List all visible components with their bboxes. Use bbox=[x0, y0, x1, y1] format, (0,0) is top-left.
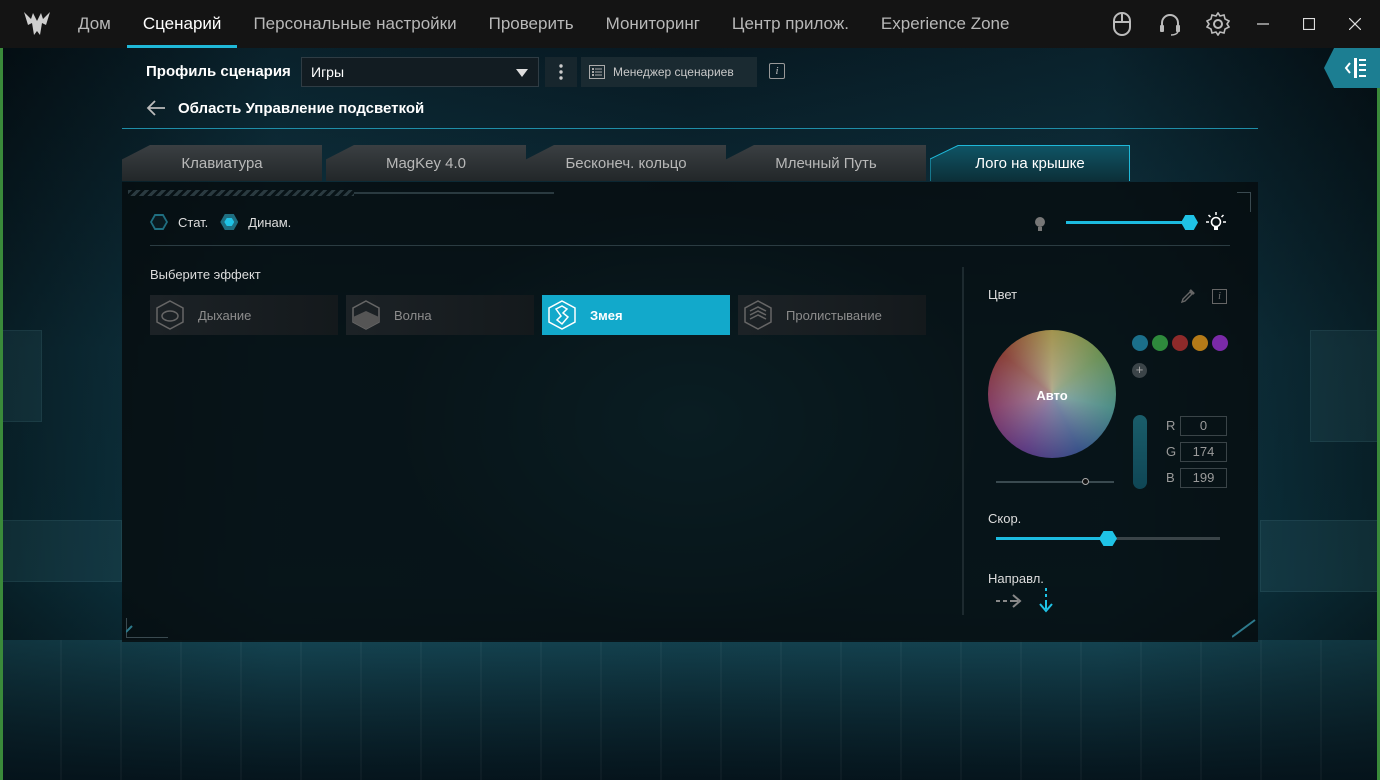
active-tab-outline bbox=[930, 145, 1130, 181]
effect-label: Змея bbox=[590, 307, 623, 323]
nav-item-monitoring[interactable]: Мониторинг bbox=[590, 0, 716, 48]
back-arrow-icon[interactable] bbox=[146, 100, 166, 116]
brightness-slider-track[interactable] bbox=[1066, 221, 1190, 224]
scroll-effect-icon bbox=[744, 300, 772, 330]
color-label: Цвет bbox=[988, 287, 1018, 302]
scenario-manager-button[interactable]: Менеджер сценариев bbox=[581, 57, 757, 87]
divider bbox=[122, 128, 1258, 129]
top-navigation-bar: Дом Сценарий Персональные настройки Пров… bbox=[0, 0, 1380, 48]
side-panel-toggle-button[interactable] bbox=[1324, 48, 1380, 88]
nav-item-experience-zone[interactable]: Experience Zone bbox=[865, 0, 1026, 48]
minimize-icon[interactable] bbox=[1240, 0, 1286, 48]
color-wheel-slider-track[interactable] bbox=[996, 481, 1114, 483]
dynamic-mode-radio[interactable] bbox=[220, 214, 239, 230]
nav-item-personal-settings[interactable]: Персональные настройки bbox=[237, 0, 472, 48]
bulb-off-icon bbox=[1035, 217, 1045, 231]
close-icon[interactable] bbox=[1332, 0, 1378, 48]
arrow-right-icon[interactable] bbox=[996, 593, 1022, 609]
effect-label: Дыхание bbox=[198, 307, 252, 323]
window-edge bbox=[0, 48, 3, 780]
gear-icon[interactable] bbox=[1194, 0, 1242, 48]
mode-selector: Стат. Динам. bbox=[150, 213, 303, 231]
top-icons bbox=[1098, 0, 1242, 48]
background-block bbox=[1260, 520, 1380, 592]
info-icon[interactable]: i bbox=[769, 63, 785, 79]
chevron-down-icon bbox=[516, 69, 528, 77]
color-swatch[interactable] bbox=[1212, 335, 1228, 351]
tab-keyboard[interactable]: Клавиатура bbox=[122, 145, 322, 181]
tab-infinity-ring[interactable]: Бесконеч. кольцо bbox=[526, 145, 726, 181]
breathing-effect-icon bbox=[156, 300, 184, 330]
effect-wave-button[interactable]: Волна bbox=[346, 295, 534, 335]
dynamic-mode-label[interactable]: Динам. bbox=[248, 215, 291, 230]
static-mode-radio[interactable] bbox=[150, 214, 168, 230]
blue-label: B bbox=[1166, 470, 1175, 485]
tab-magkey[interactable]: MagKey 4.0 bbox=[326, 145, 526, 181]
color-wheel-auto-label: Авто bbox=[1036, 388, 1068, 403]
page-title: Область Управление подсветкой bbox=[178, 99, 425, 117]
color-preview-bar bbox=[1133, 415, 1147, 489]
background-block bbox=[0, 520, 122, 582]
background-block bbox=[0, 330, 42, 422]
add-color-button[interactable]: + bbox=[1132, 363, 1147, 378]
color-swatch[interactable] bbox=[1132, 335, 1148, 351]
speed-label: Скор. bbox=[988, 511, 1022, 526]
panel-decoration bbox=[354, 192, 554, 194]
main-nav: Дом Сценарий Персональные настройки Пров… bbox=[62, 0, 1025, 48]
vertical-divider bbox=[962, 267, 964, 615]
effect-scroll-button[interactable]: Пролистывание bbox=[738, 295, 926, 335]
profile-more-button[interactable] bbox=[545, 57, 577, 87]
background-block bbox=[1310, 330, 1380, 442]
profile-selected-value: Игры bbox=[311, 64, 345, 80]
select-effect-label: Выберите эффект bbox=[150, 267, 261, 282]
color-swatch[interactable] bbox=[1172, 335, 1188, 351]
color-swatch[interactable] bbox=[1192, 335, 1208, 351]
maximize-icon[interactable] bbox=[1286, 0, 1332, 48]
color-swatch[interactable] bbox=[1152, 335, 1168, 351]
direction-label: Направл. bbox=[988, 571, 1044, 586]
color-info-icon[interactable]: i bbox=[1212, 289, 1227, 304]
panel-decoration bbox=[128, 190, 354, 196]
divider bbox=[150, 245, 1230, 246]
green-label: G bbox=[1166, 444, 1177, 459]
red-input[interactable]: 0 bbox=[1180, 416, 1227, 436]
collapse-panel-icon bbox=[1344, 58, 1366, 78]
snake-effect-icon bbox=[548, 300, 576, 330]
nav-item-scenario[interactable]: Сценарий bbox=[126, 0, 238, 48]
effect-label: Волна bbox=[394, 307, 432, 323]
nav-item-home[interactable]: Дом bbox=[62, 0, 127, 48]
predator-logo-icon[interactable] bbox=[22, 9, 52, 39]
nav-item-app-center[interactable]: Центр прилож. bbox=[716, 0, 865, 48]
red-label: R bbox=[1166, 418, 1176, 433]
kebab-menu-icon bbox=[559, 64, 563, 80]
mouse-icon[interactable] bbox=[1098, 0, 1146, 48]
static-mode-label[interactable]: Стат. bbox=[178, 215, 208, 230]
blue-input[interactable]: 199 bbox=[1180, 468, 1227, 488]
effect-snake-button[interactable]: Змея bbox=[542, 295, 730, 335]
green-input[interactable]: 174 bbox=[1180, 442, 1227, 462]
speed-slider-fill bbox=[996, 537, 1108, 540]
breadcrumb: Область Управление подсветкой bbox=[146, 98, 424, 118]
arrow-down-icon[interactable] bbox=[1038, 588, 1054, 614]
effect-breathing-button[interactable]: Дыхание bbox=[150, 295, 338, 335]
panel-corner-decoration bbox=[1237, 192, 1251, 212]
profile-dropdown[interactable]: Игры bbox=[301, 57, 539, 87]
nav-item-check[interactable]: Проверить bbox=[473, 0, 590, 48]
eyedropper-icon[interactable] bbox=[1180, 288, 1196, 304]
scenario-manager-label: Менеджер сценариев bbox=[613, 65, 734, 79]
effect-label: Пролистывание bbox=[786, 307, 882, 323]
list-icon bbox=[589, 65, 605, 79]
color-wheel-slider-handle[interactable] bbox=[1082, 478, 1089, 485]
tab-milky-way[interactable]: Млечный Путь bbox=[726, 145, 926, 181]
panel-corner-decoration bbox=[126, 618, 168, 638]
profile-label: Профиль сценария bbox=[146, 63, 291, 80]
headset-icon[interactable] bbox=[1146, 0, 1194, 48]
panel-corner-decoration bbox=[1232, 619, 1256, 638]
bulb-on-icon bbox=[1206, 212, 1226, 230]
wave-effect-icon bbox=[352, 300, 380, 330]
background-floor bbox=[0, 640, 1380, 780]
